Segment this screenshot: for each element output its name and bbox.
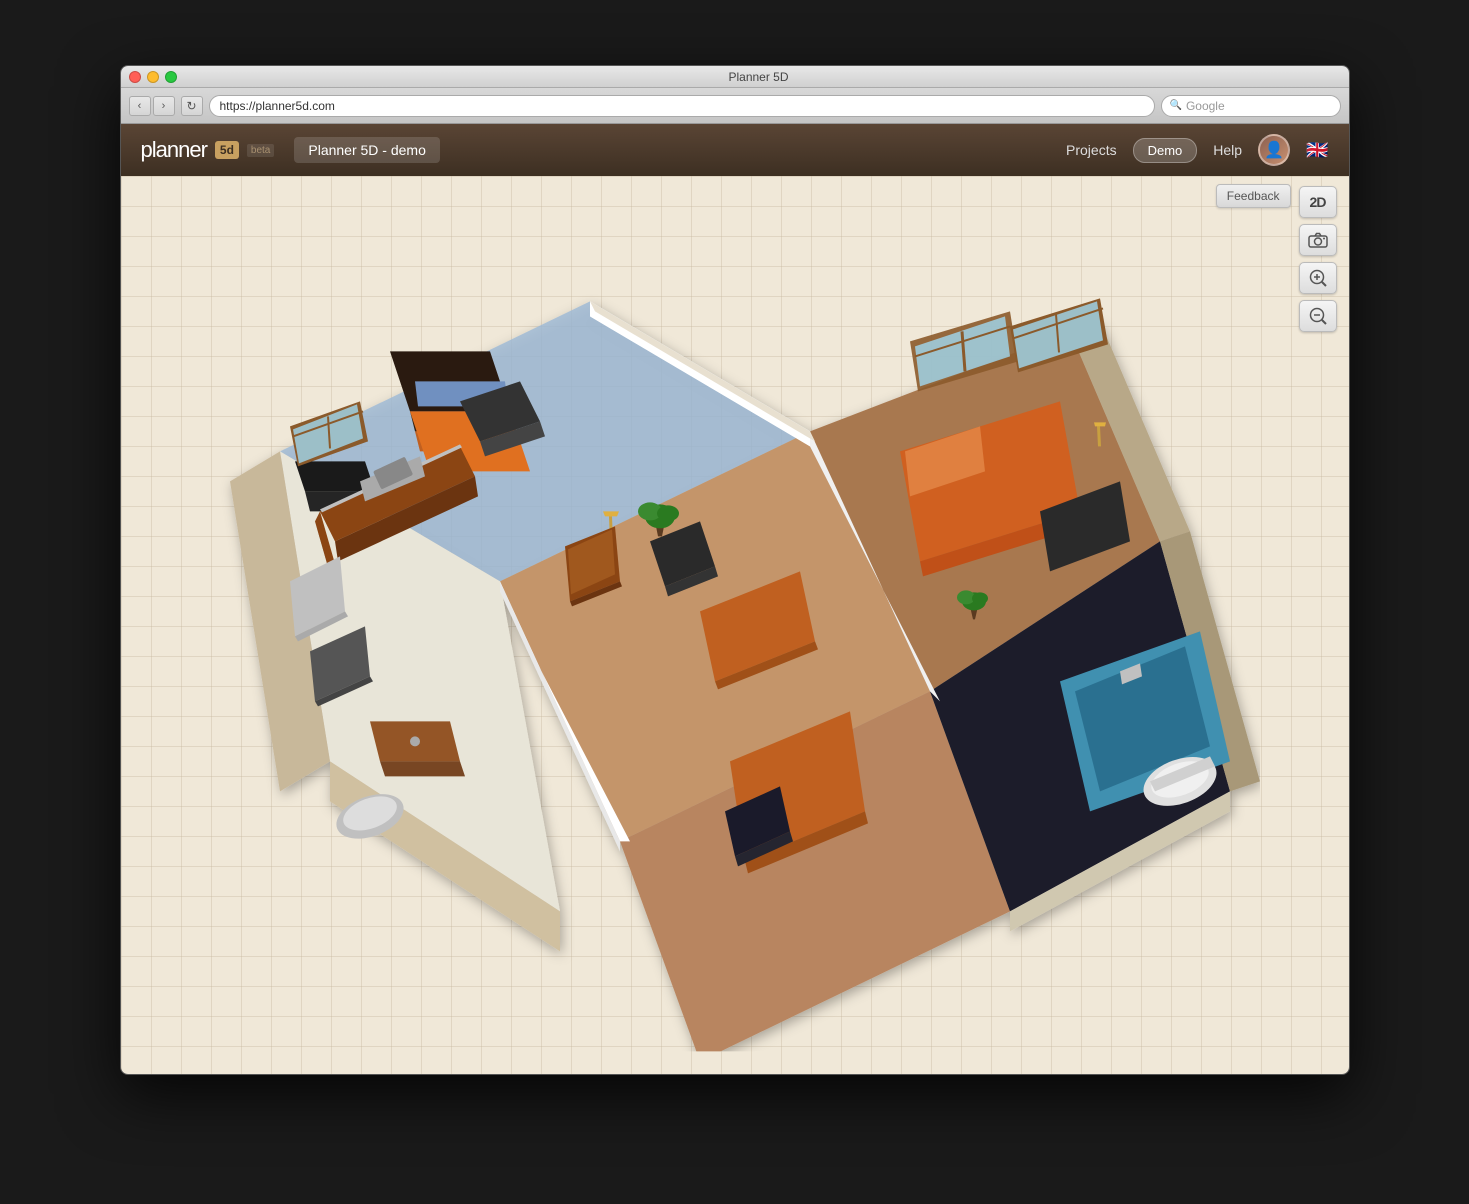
logo-badge: 5d <box>215 141 239 159</box>
close-button[interactable] <box>129 71 141 83</box>
reload-button[interactable]: ↻ <box>181 96 203 116</box>
canvas-area[interactable]: Feedback 2D <box>121 176 1349 1074</box>
mac-window: Planner 5D ‹ › ↻ 🔍 Google planner 5d bet… <box>120 65 1350 1075</box>
feedback-button[interactable]: Feedback <box>1216 184 1291 208</box>
logo-text: planner <box>141 137 207 163</box>
header-nav: Projects Demo Help 👤 🇬🇧 <box>1066 134 1328 166</box>
traffic-lights <box>129 71 177 83</box>
main-content: Feedback 2D <box>121 176 1349 1074</box>
zoom-in-button[interactable] <box>1299 262 1337 294</box>
view-2d-button[interactable]: 2D <box>1299 186 1337 218</box>
logo-area: planner 5d beta <box>141 137 275 163</box>
url-input[interactable] <box>209 95 1155 117</box>
url-bar: ‹ › ↻ 🔍 Google <box>121 88 1349 124</box>
forward-button[interactable]: › <box>153 96 175 116</box>
right-toolbar: 2D <box>1299 186 1337 332</box>
search-box[interactable]: 🔍 Google <box>1161 95 1341 117</box>
nav-buttons: ‹ › <box>129 96 175 116</box>
avatar[interactable]: 👤 <box>1258 134 1290 166</box>
search-placeholder: Google <box>1186 99 1225 113</box>
search-icon: 🔍 <box>1170 100 1182 111</box>
floor-plan <box>210 231 1260 1051</box>
window-title: Planner 5D <box>177 70 1341 84</box>
zoom-out-button[interactable] <box>1299 300 1337 332</box>
back-button[interactable]: ‹ <box>129 96 151 116</box>
nav-projects[interactable]: Projects <box>1066 142 1117 158</box>
nav-demo[interactable]: Demo <box>1133 138 1198 163</box>
minimize-button[interactable] <box>147 71 159 83</box>
beta-badge: beta <box>247 144 274 157</box>
app-header: planner 5d beta Planner 5D - demo Projec… <box>121 124 1349 176</box>
project-name[interactable]: Planner 5D - demo <box>294 137 440 163</box>
language-flag[interactable]: 🇬🇧 <box>1306 140 1328 161</box>
camera-button[interactable] <box>1299 224 1337 256</box>
maximize-button[interactable] <box>165 71 177 83</box>
title-bar: Planner 5D <box>121 66 1349 88</box>
nav-help[interactable]: Help <box>1213 142 1242 158</box>
